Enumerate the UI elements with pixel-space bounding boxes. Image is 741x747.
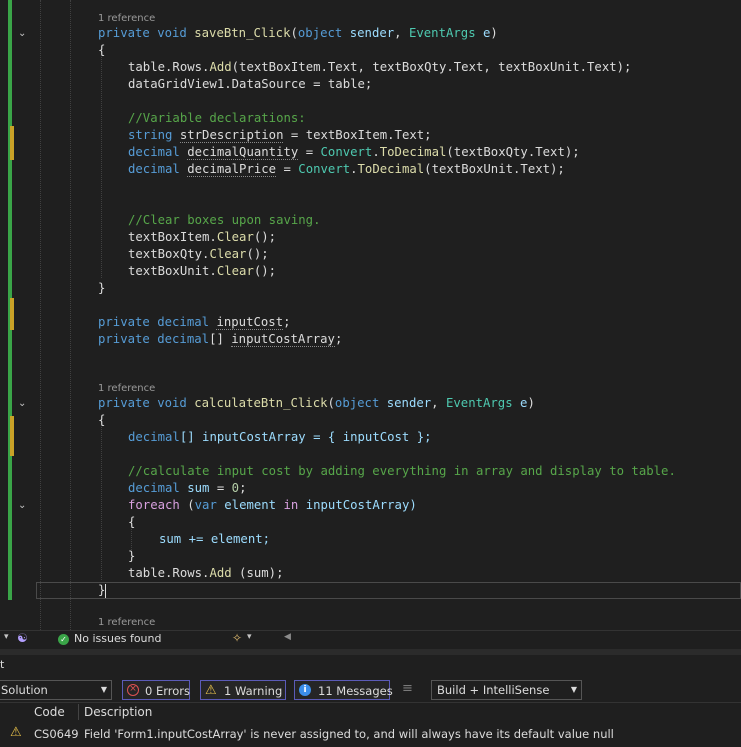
chevron-down-icon: ▼ — [570, 685, 577, 694]
unsaved-change-marker — [10, 416, 14, 456]
code-line: private decimal[] inputCostArray; — [98, 332, 343, 347]
code-line: table.Rows.Add (sum); — [128, 566, 284, 580]
unsaved-change-marker — [10, 298, 14, 330]
error-list-row[interactable]: ⚠ CS0649 Field 'Form1.inputCostArray' is… — [0, 722, 741, 746]
chevron-down-icon: ▼ — [100, 685, 107, 694]
scope-select[interactable]: Solution ▼ — [0, 680, 112, 700]
error-icon: × — [127, 684, 139, 696]
code-line: decimal[] inputCostArray = { inputCost }… — [128, 430, 432, 444]
code-line: string strDescription = textBoxItem.Text… — [128, 128, 432, 143]
cleanup-brush-icon[interactable]: ✧ — [232, 631, 242, 645]
code-line: table.Rows.Add(textBoxItem.Text, textBox… — [128, 60, 632, 74]
code-line: } — [98, 583, 107, 598]
reference-codelens[interactable]: 1 reference — [98, 13, 155, 24]
column-header-code[interactable]: Code — [34, 702, 65, 722]
reference-codelens[interactable]: 1 reference — [98, 383, 155, 394]
code-line: private void saveBtn_Click(object sender… — [98, 26, 498, 40]
code-line: } — [128, 549, 136, 563]
code-line: private void calculateBtn_Click(object s… — [98, 396, 535, 410]
filter-icon[interactable]: ≡ — [402, 681, 413, 696]
code-line: sum += element; — [159, 532, 271, 546]
unsaved-change-marker — [10, 126, 14, 160]
code-line: { — [128, 515, 136, 529]
indent-guide — [40, 0, 42, 630]
column-divider[interactable] — [78, 704, 79, 720]
current-line-highlight — [36, 582, 741, 599]
code-line: decimal decimalPrice = Convert.ToDecimal… — [128, 162, 565, 177]
warning-icon: ⚠ — [10, 725, 22, 740]
info-icon: i — [299, 684, 311, 696]
warning-icon: ⚠ — [205, 683, 217, 698]
indent-guide — [70, 0, 72, 630]
code-line: foreach (var element in inputCostArray) — [128, 498, 417, 512]
code-line: dataGridView1.DataSource = table; — [128, 77, 373, 91]
build-filter-select[interactable]: Build + IntelliSense ▼ — [431, 680, 582, 700]
row-description: Field 'Form1.inputCostArray' is never as… — [84, 727, 614, 741]
code-line: decimal sum = 0; — [128, 481, 247, 495]
code-comment: //calculate input cost by adding everyth… — [128, 464, 676, 478]
collapse-chevron-icon[interactable]: ⌄ — [18, 399, 26, 409]
collapse-chevron-icon[interactable]: ⌄ — [18, 29, 26, 39]
code-comment: //Variable declarations: — [128, 111, 306, 125]
copilot-icon[interactable]: ☯ — [17, 631, 28, 645]
code-line: } — [98, 281, 106, 295]
code-line: { — [98, 413, 106, 427]
editor-status-bar: ▾ ☯ ✓ No issues found ✧ ▾ ◀ — [0, 630, 741, 649]
code-line: { — [98, 43, 106, 57]
panel-title-fragment: t — [0, 658, 5, 671]
editor-gutter: ⌄ ⌄ ⌄ — [0, 0, 40, 630]
collapse-chevron-icon[interactable]: ⌄ — [18, 501, 26, 511]
code-line: textBoxUnit.Clear(); — [128, 264, 277, 278]
code-line: decimal decimalQuantity = Convert.ToDeci… — [128, 145, 580, 160]
code-editor[interactable]: ⌄ ⌄ ⌄ 1 reference private void saveBtn_C… — [0, 0, 741, 630]
code-line: textBoxItem.Clear(); — [128, 230, 277, 244]
warnings-filter-button[interactable]: ⚠ 1 Warning — [200, 680, 286, 700]
indent-guide — [101, 420, 103, 580]
indent-guide — [101, 50, 103, 278]
code-line: textBoxQty.Clear(); — [128, 247, 269, 261]
check-circle-icon: ✓ — [58, 634, 69, 645]
code-comment: //Clear boxes upon saving. — [128, 213, 321, 227]
dropdown-arrow-icon[interactable]: ▾ — [247, 632, 252, 642]
reference-codelens[interactable]: 1 reference — [98, 617, 155, 628]
messages-filter-button[interactable]: i 11 Messages — [294, 680, 393, 700]
code-line: private decimal inputCost; — [98, 315, 291, 330]
no-issues-label[interactable]: No issues found — [74, 632, 161, 645]
scroll-left-icon[interactable]: ◀ — [284, 632, 291, 642]
text-caret — [105, 583, 107, 598]
row-code: CS0649 — [34, 727, 79, 741]
errors-filter-button[interactable]: × 0 Errors — [122, 680, 190, 700]
dropdown-arrow-icon[interactable]: ▾ — [4, 632, 9, 642]
column-header-description[interactable]: Description — [84, 702, 152, 722]
